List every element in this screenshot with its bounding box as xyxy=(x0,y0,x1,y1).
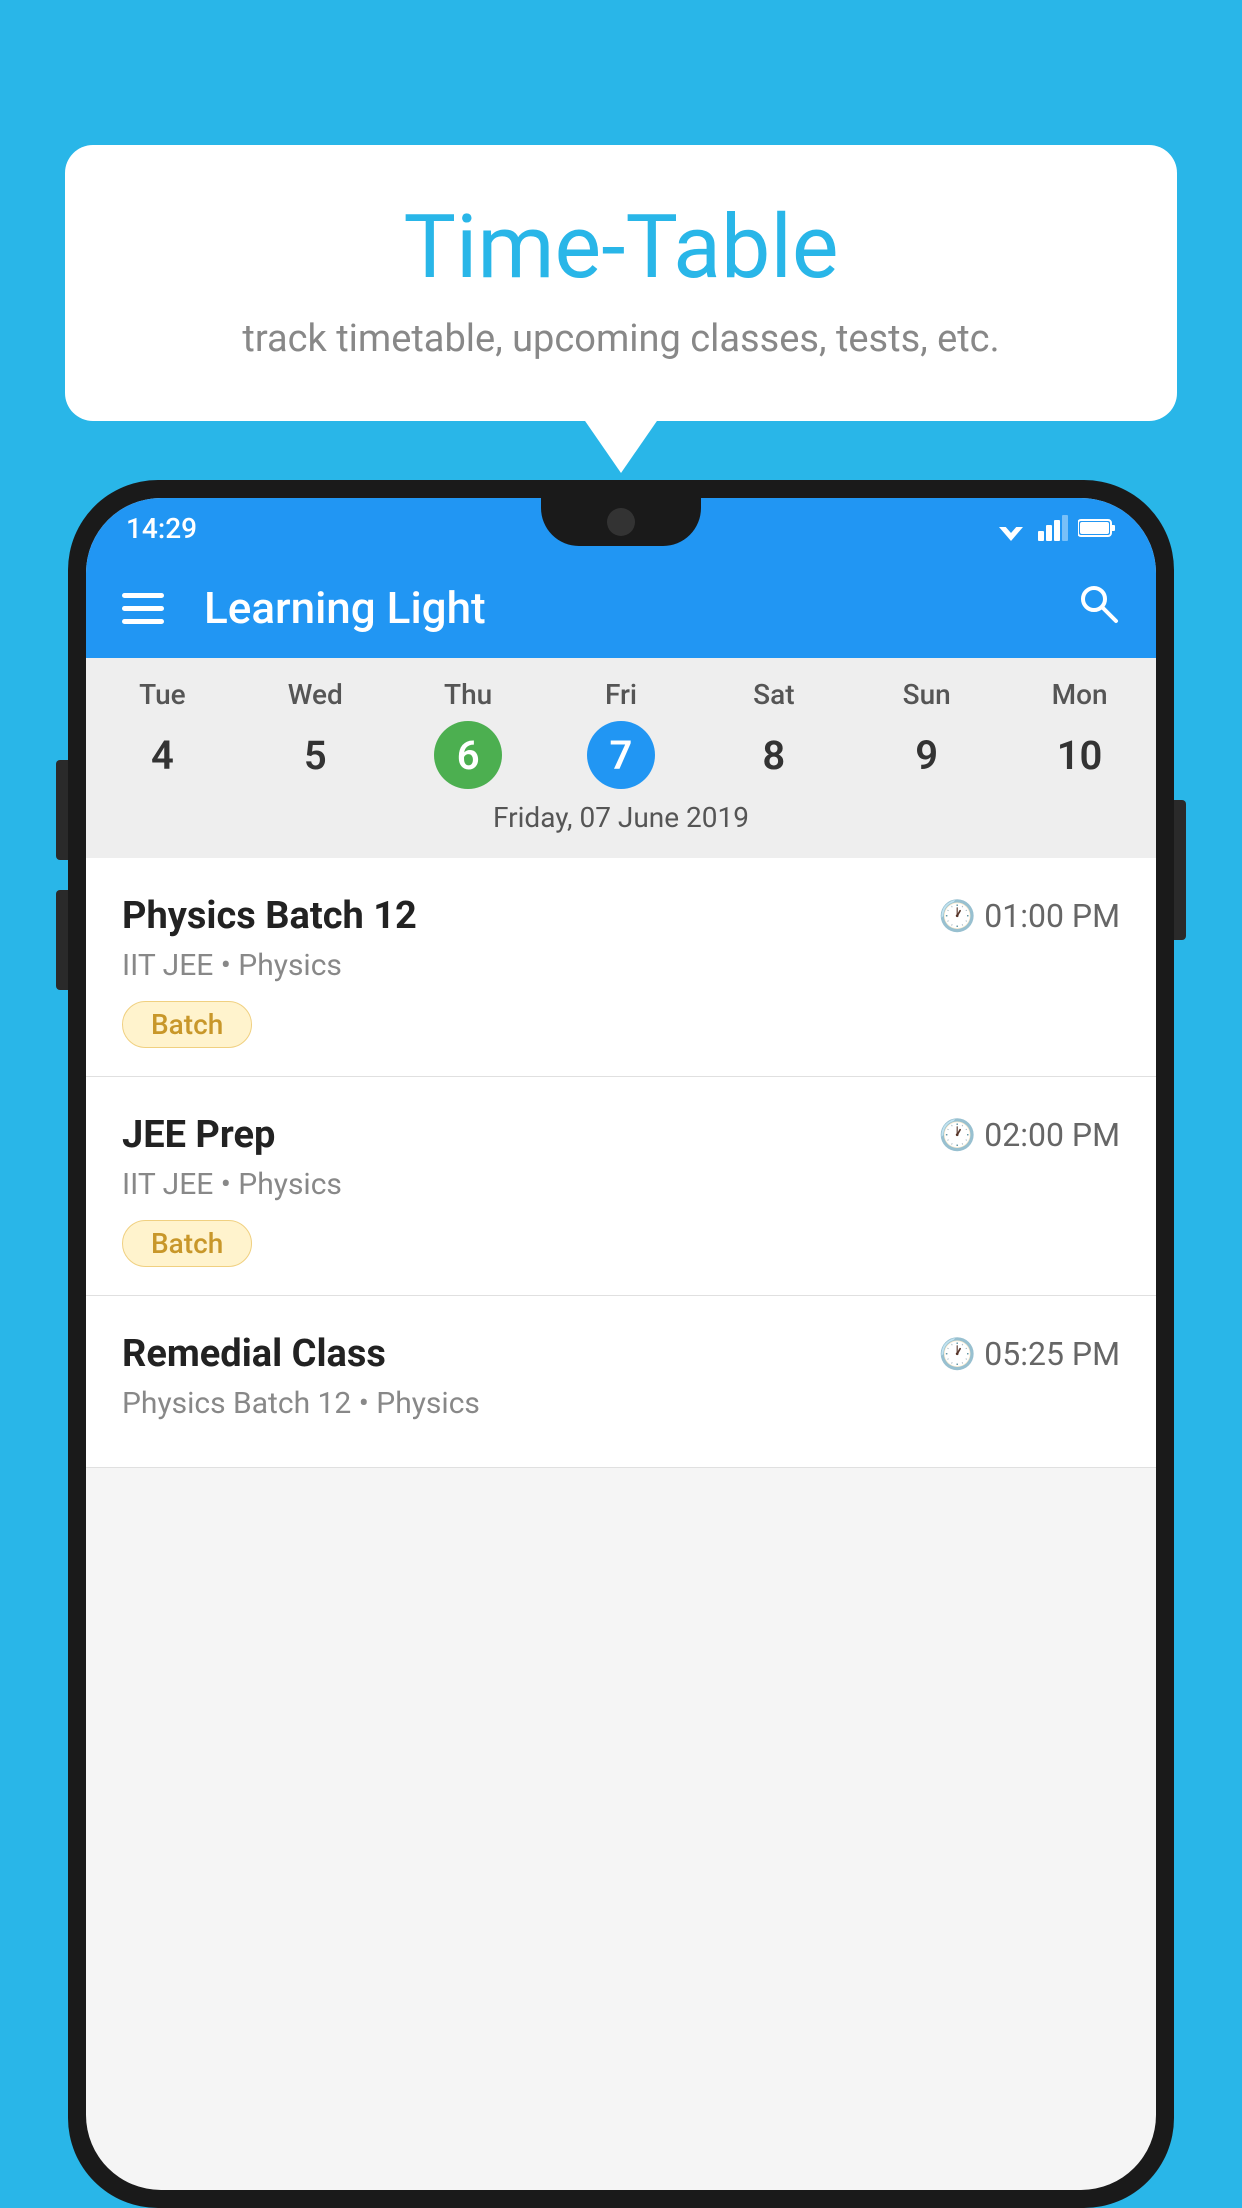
day-sat: Sat xyxy=(697,678,850,711)
schedule-item-remedial[interactable]: Remedial Class 🕐 05:25 PM Physics Batch … xyxy=(86,1296,1156,1468)
day-sun: Sun xyxy=(850,678,1003,711)
date-6-today[interactable]: 6 xyxy=(434,721,502,789)
day-mon: Mon xyxy=(1003,678,1156,711)
wifi-icon xyxy=(994,515,1028,541)
date-7-selected[interactable]: 7 xyxy=(587,721,655,789)
item-top-row-3: Remedial Class 🕐 05:25 PM xyxy=(122,1332,1120,1376)
schedule-item-physics-batch[interactable]: Physics Batch 12 🕐 01:00 PM IIT JEE • Ph… xyxy=(86,858,1156,1077)
phone-wrapper: 14:29 xyxy=(68,480,1174,2208)
item-sub-1: IIT JEE • Physics xyxy=(122,948,1120,983)
batch-badge-1: Batch xyxy=(122,1001,252,1048)
volume-up-button xyxy=(56,760,68,860)
bubble-subtitle: track timetable, upcoming classes, tests… xyxy=(125,317,1117,361)
phone-screen: 14:29 xyxy=(86,498,1156,2190)
item-title-3: Remedial Class xyxy=(122,1332,386,1376)
item-time-3: 🕐 05:25 PM xyxy=(939,1335,1120,1373)
calendar-strip: Tue Wed Thu Fri Sat Sun Mon 4 5 6 7 8 9 … xyxy=(86,658,1156,858)
day-thu: Thu xyxy=(392,678,545,711)
status-time: 14:29 xyxy=(126,512,197,545)
speech-bubble: Time-Table track timetable, upcoming cla… xyxy=(65,145,1177,421)
battery-icon xyxy=(1078,517,1116,539)
item-sub-3: Physics Batch 12 • Physics xyxy=(122,1386,1120,1421)
clock-icon-3: 🕐 xyxy=(939,1337,976,1372)
day-fri: Fri xyxy=(545,678,698,711)
day-tue: Tue xyxy=(86,678,239,711)
phone-outer: 14:29 xyxy=(68,480,1174,2208)
front-camera xyxy=(607,508,635,536)
item-title-2: JEE Prep xyxy=(122,1113,275,1157)
hamburger-line-3 xyxy=(122,619,164,624)
schedule-list: Physics Batch 12 🕐 01:00 PM IIT JEE • Ph… xyxy=(86,858,1156,1468)
item-time-2: 🕐 02:00 PM xyxy=(939,1116,1120,1154)
power-button xyxy=(1174,800,1186,940)
date-5[interactable]: 5 xyxy=(281,721,349,789)
search-button[interactable] xyxy=(1076,581,1120,636)
volume-down-button xyxy=(56,890,68,990)
hamburger-menu-button[interactable] xyxy=(122,593,164,624)
batch-badge-2: Batch xyxy=(122,1220,252,1267)
bubble-title: Time-Table xyxy=(125,200,1117,297)
search-icon xyxy=(1076,581,1120,625)
item-top-row-2: JEE Prep 🕐 02:00 PM xyxy=(122,1113,1120,1157)
date-9[interactable]: 9 xyxy=(893,721,961,789)
app-bar: Learning Light xyxy=(86,558,1156,658)
item-top-row-1: Physics Batch 12 🕐 01:00 PM xyxy=(122,894,1120,938)
clock-icon-2: 🕐 xyxy=(939,1118,976,1153)
app-bar-title: Learning Light xyxy=(204,582,1076,634)
day-wed: Wed xyxy=(239,678,392,711)
hamburger-line-2 xyxy=(122,606,164,611)
phone-notch xyxy=(541,498,701,546)
hamburger-line-1 xyxy=(122,593,164,598)
date-8[interactable]: 8 xyxy=(740,721,808,789)
item-sub-2: IIT JEE • Physics xyxy=(122,1167,1120,1202)
date-4[interactable]: 4 xyxy=(128,721,196,789)
signal-icon xyxy=(1038,515,1068,541)
speech-bubble-wrapper: Time-Table track timetable, upcoming cla… xyxy=(65,145,1177,421)
schedule-item-jee-prep[interactable]: JEE Prep 🕐 02:00 PM IIT JEE • Physics Ba… xyxy=(86,1077,1156,1296)
item-title-1: Physics Batch 12 xyxy=(122,894,417,938)
dates-row[interactable]: 4 5 6 7 8 9 10 xyxy=(86,721,1156,789)
date-10[interactable]: 10 xyxy=(1046,721,1114,789)
selected-date-label: Friday, 07 June 2019 xyxy=(86,801,1156,848)
item-time-1: 🕐 01:00 PM xyxy=(939,897,1120,935)
days-row: Tue Wed Thu Fri Sat Sun Mon xyxy=(86,678,1156,711)
clock-icon-1: 🕐 xyxy=(939,899,976,934)
status-icons xyxy=(994,515,1116,541)
